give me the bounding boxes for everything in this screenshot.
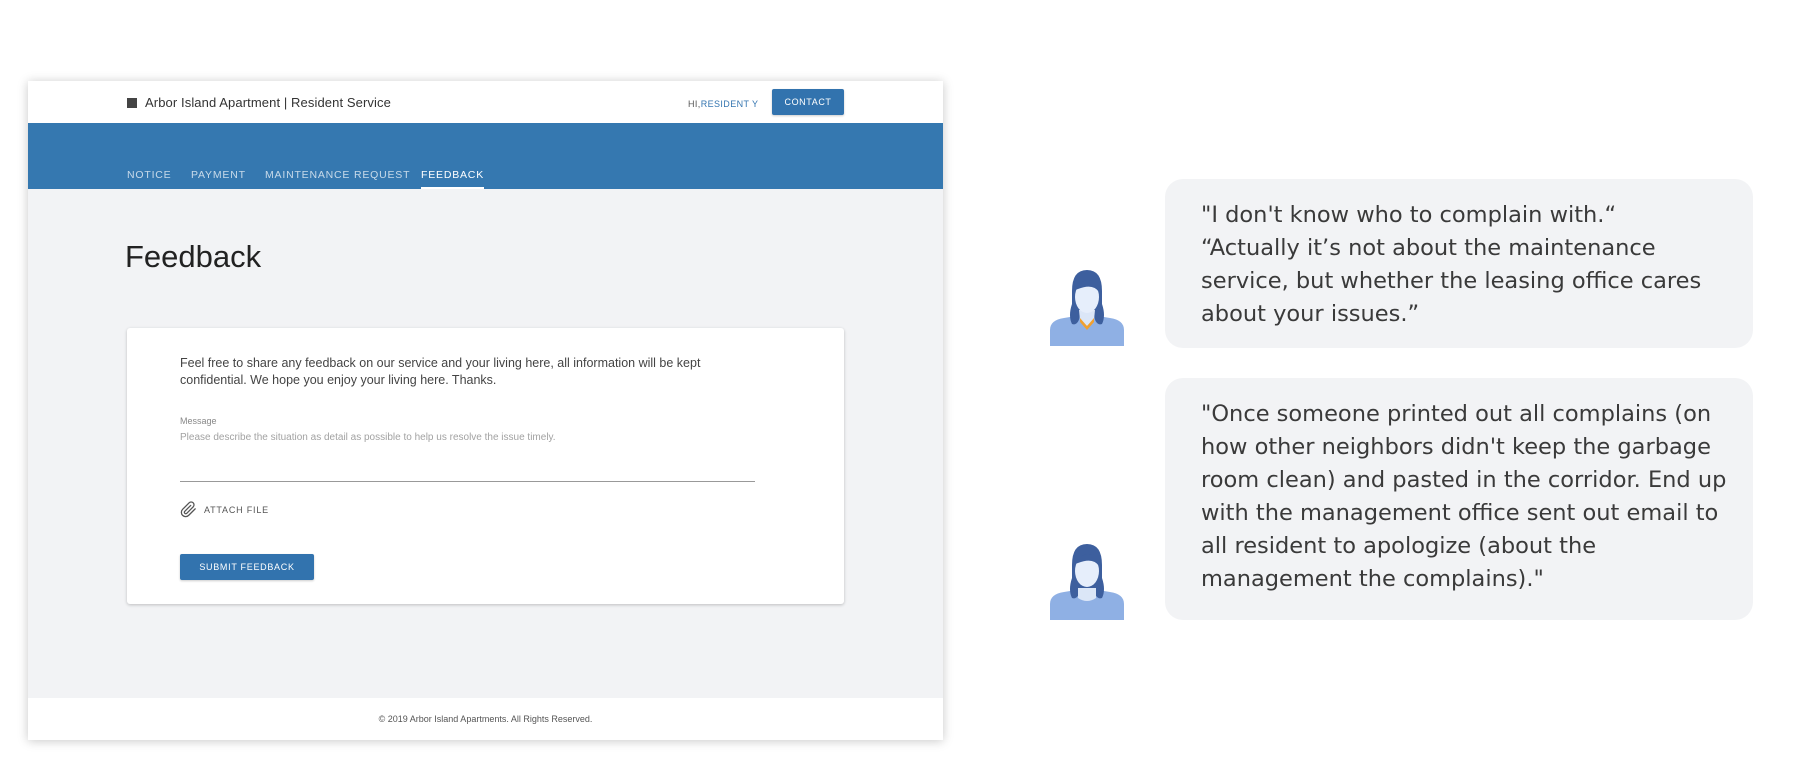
tab-notice[interactable]: NOTICE [127,169,171,189]
woman-avatar-icon [1050,544,1124,620]
app-window: Arbor Island Apartment | Resident Servic… [28,81,943,740]
nav-band: NOTICE PAYMENT MAINTENANCE REQUEST FEEDB… [28,123,943,189]
greeting-user-name[interactable]: RESIDENT Y [701,99,759,109]
footer: © 2019 Arbor Island Apartments. All Righ… [28,698,943,740]
feedback-card: Feel free to share any feedback on our s… [127,328,844,604]
message-label: Message [180,416,217,426]
tab-maintenance-request[interactable]: MAINTENANCE REQUEST [265,169,410,189]
attach-file-label: ATTACH FILE [204,504,269,515]
contact-button[interactable]: CONTACT [772,89,844,115]
woman-avatar-icon [1050,270,1124,346]
attach-file-button[interactable]: ATTACH FILE [180,501,269,518]
copyright-text: © 2019 Arbor Island Apartments. All Righ… [378,714,593,724]
quote-bubble-2: "Once someone printed out all complains … [1165,378,1753,620]
brand[interactable]: Arbor Island Apartment | Resident Servic… [127,95,391,110]
quote-1-line-1: "I don't know who to complain with.“ [1201,202,1617,228]
message-field[interactable] [180,432,755,482]
brand-title: Arbor Island Apartment | Resident Servic… [145,95,391,110]
feedback-intro: Feel free to share any feedback on our s… [180,356,701,387]
user-greeting: HI,RESIDENT Y [688,99,758,109]
top-bar: Arbor Island Apartment | Resident Servic… [28,81,943,123]
logo-square-icon [127,97,137,108]
submit-feedback-button[interactable]: SUBMIT FEEDBACK [180,554,314,580]
tab-payment[interactable]: PAYMENT [191,169,246,189]
paperclip-icon [180,501,196,518]
quote-bubble-1: "I don't know who to complain with.“ “Ac… [1165,179,1753,348]
greeting-prefix: HI, [688,99,701,109]
page-title: Feedback [125,239,262,274]
quote-2-line-1: "Once someone printed out all complains … [1201,401,1727,592]
quote-1-line-2: “Actually it’s not about the maintenance… [1201,235,1702,327]
tab-feedback[interactable]: FEEDBACK [421,169,484,189]
